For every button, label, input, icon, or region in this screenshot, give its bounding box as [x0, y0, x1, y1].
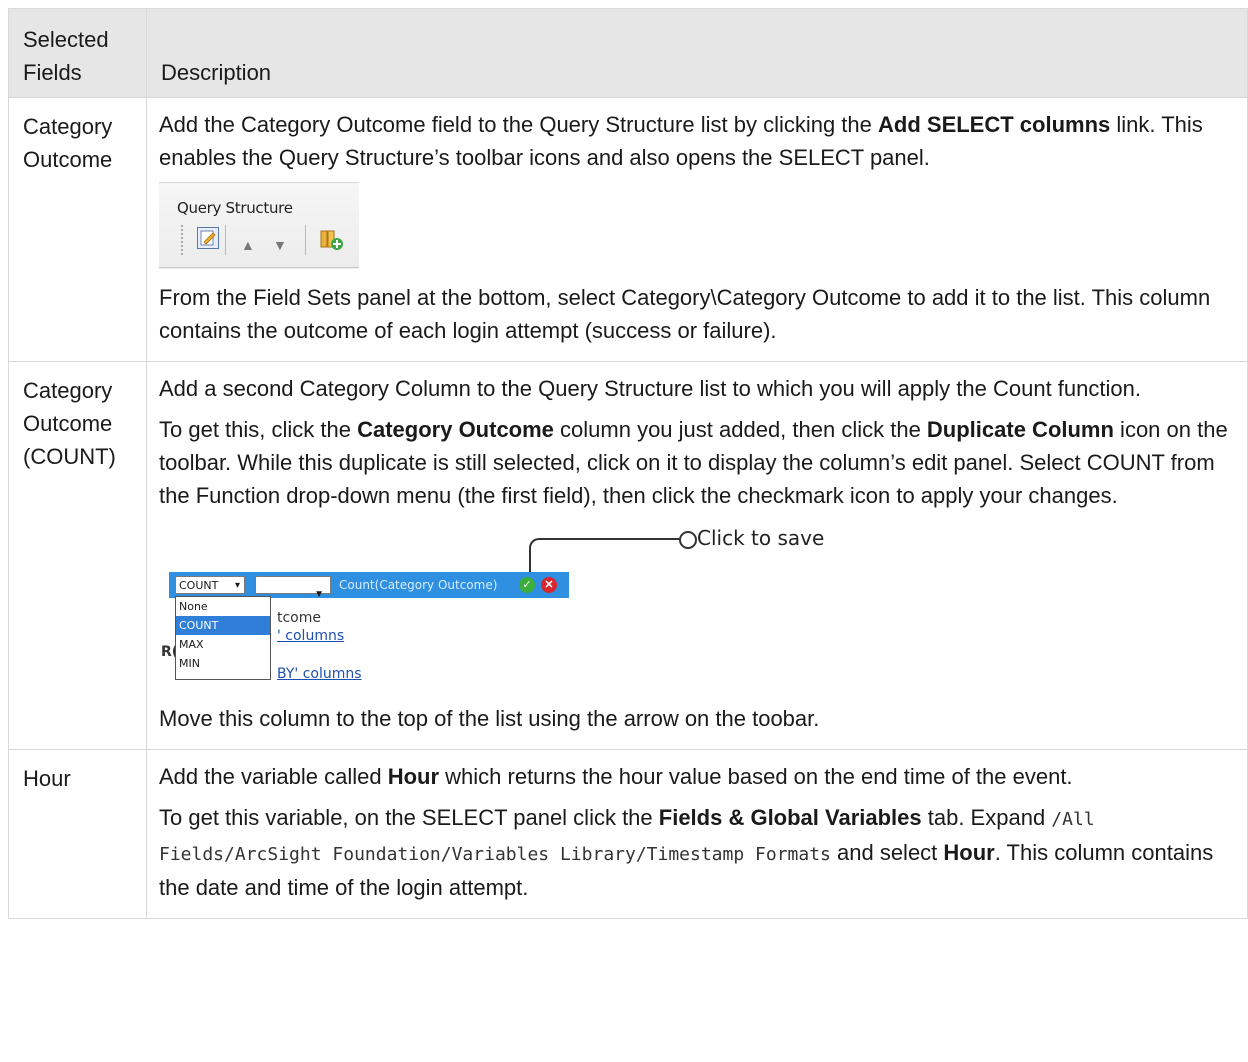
description-paragraph: From the Field Sets panel at the bottom,… — [159, 285, 1211, 343]
field-name: Category Outcome (COUNT) — [8, 361, 147, 750]
description-paragraph: Add a second Category Column to the Quer… — [159, 376, 1141, 401]
chevron-down-icon: ▾ — [234, 580, 240, 591]
text-run: To get this variable, on the SELECT pane… — [159, 805, 659, 830]
query-structure-title: Query Structure — [177, 199, 293, 217]
function-select: COUNT ▾ — [175, 576, 245, 594]
field-description: Add a second Category Column to the Quer… — [146, 361, 1248, 750]
chevron-down-icon: ▼ — [314, 589, 324, 600]
table-header-row: Selected Fields Description — [8, 8, 1248, 98]
move-up-arrow-icon: ▲ — [241, 237, 255, 253]
checkmark-icon: ✓ — [519, 577, 535, 593]
field-name: Hour — [8, 749, 147, 919]
description-paragraph: Add the variable called Hour which retur… — [159, 760, 1235, 793]
background-link: BY' columns — [277, 666, 362, 682]
toolbar-separator — [305, 225, 306, 255]
dropdown-option: MIN — [179, 657, 200, 670]
field-name: Category Outcome — [8, 97, 147, 362]
text-run: which returns the hour value based on th… — [439, 764, 1073, 789]
description-paragraph: To get this variable, on the SELECT pane… — [159, 801, 1235, 904]
function-dropdown-list: None COUNT MAX MIN — [175, 596, 271, 680]
dropdown-option: MAX — [179, 638, 204, 651]
function-select-value: COUNT — [179, 579, 219, 592]
callout-marker — [679, 531, 697, 549]
ui-term: Add SELECT columns — [878, 112, 1111, 137]
description-paragraph: Add the Category Outcome field to the Qu… — [159, 108, 1235, 174]
header-description: Description — [146, 8, 1248, 98]
ui-term: Duplicate Column — [926, 417, 1114, 442]
callout-label: Click to save — [697, 526, 825, 550]
header-selected-fields: Selected Fields — [8, 8, 147, 98]
field-description: Add the Category Outcome field to the Qu… — [146, 97, 1248, 362]
ui-term: Category Outcome — [357, 417, 554, 442]
table-row: Category Outcome Add the Category Outcom… — [8, 97, 1248, 362]
description-paragraph: Move this column to the top of the list … — [159, 706, 820, 731]
dropdown-option-selected: COUNT — [176, 616, 270, 635]
text-run: To get this, click the — [159, 417, 358, 442]
secondary-select: ▼ — [255, 576, 331, 600]
text-run: tab. Expand — [921, 805, 1052, 830]
field-description: Add the variable called Hour which retur… — [146, 749, 1248, 919]
dropdown-option: None — [179, 600, 208, 613]
text-run: and select — [830, 840, 944, 865]
table-row: Hour Add the variable called Hour which … — [8, 749, 1248, 919]
close-icon: ✕ — [541, 577, 557, 593]
description-paragraph: To get this, click the Category Outcome … — [159, 413, 1235, 512]
duplicate-column-icon — [319, 227, 345, 251]
toolbar-separator — [225, 225, 226, 255]
text-run: column you just added, then click the — [553, 417, 927, 442]
edit-icon — [197, 227, 219, 249]
table-row: Category Outcome (COUNT) Add a second Ca… — [8, 361, 1248, 750]
ui-term: Hour — [387, 764, 440, 789]
toolbar-grip-icon — [181, 225, 185, 255]
ui-term: Hour — [943, 840, 995, 865]
divider — [159, 267, 359, 268]
background-link: ' columns — [277, 628, 345, 644]
column-expression-label: Count(Category Outcome) — [339, 578, 498, 592]
ui-term: Fields & Global Variables — [658, 805, 922, 830]
move-down-arrow-icon: ▼ — [273, 237, 287, 253]
text-run: Add the variable called — [159, 764, 388, 789]
query-structure-toolbar-image: Query Structure ▲ ▼ — [159, 182, 359, 269]
callout-line — [529, 538, 681, 574]
fields-table: Selected Fields Description Category Out… — [8, 8, 1248, 919]
text-run: Add the Category Outcome field to the Qu… — [159, 112, 879, 137]
function-edit-panel-image: Click to save tcome ' columns R( BY' col… — [159, 520, 859, 692]
